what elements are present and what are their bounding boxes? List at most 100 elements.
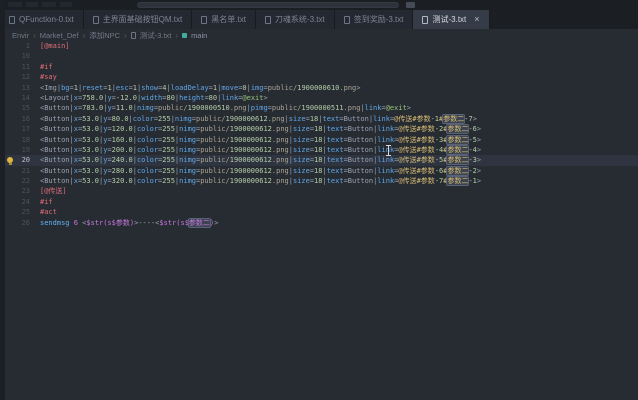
- token: loadDelay: [171, 84, 209, 92]
- breadcrumb-item-添加NPC[interactable]: 添加NPC: [89, 30, 120, 41]
- token: width: [141, 94, 162, 102]
- token: 255: [162, 167, 175, 175]
- token: public/: [200, 136, 230, 144]
- token: reset: [82, 84, 103, 92]
- file-icon: [344, 16, 350, 24]
- tab-黑名单.txt[interactable]: 黑名单.txt: [192, 10, 256, 29]
- token: <Button|: [40, 146, 74, 154]
- tab-刀魂系统-3.txt[interactable]: 刀魂系统-3.txt: [256, 10, 335, 29]
- code-line-22[interactable]: 22<Button|x=53.0|y=320.0|color=255|nimg=…: [0, 176, 638, 186]
- code-editor[interactable]: 1[@main]1011#if12#say13<Img|bg=1|reset=1…: [0, 41, 638, 400]
- token: link: [221, 94, 238, 102]
- token: 53.0: [82, 136, 99, 144]
- breadcrumb-separator: ›: [33, 31, 36, 40]
- token: public/: [158, 104, 188, 112]
- code-line-1[interactable]: 1[@main]: [0, 41, 638, 51]
- token: -6: [435, 167, 443, 175]
- mouse-cursor-ibeam: [388, 146, 389, 155]
- token: nimg: [179, 177, 196, 185]
- breadcrumb-item-main[interactable]: main: [191, 31, 207, 40]
- token: nimg: [137, 104, 154, 112]
- tab-QFunction-0.txt[interactable]: QFunction-0.txt: [0, 10, 84, 29]
- code-line-15[interactable]: 15<Button|x=783.0|y=11.0|nimg=public/190…: [0, 103, 638, 113]
- token: 255: [162, 146, 175, 154]
- code-text: <Button|x=53.0|y=120.0|color=255|nimg=pu…: [40, 124, 481, 134]
- code-line-24[interactable]: 24#if: [0, 197, 638, 207]
- code-line-23[interactable]: 23[@传送]: [0, 186, 638, 196]
- token: 53.0: [82, 146, 99, 154]
- token: >: [477, 146, 481, 154]
- token: .png: [344, 104, 361, 112]
- token: size: [289, 115, 306, 123]
- token: public/: [196, 115, 226, 123]
- tab-测试-3.txt[interactable]: 测试-3.txt×: [413, 10, 489, 29]
- token: .png: [339, 84, 356, 92]
- token: color: [137, 156, 158, 164]
- code-line-16[interactable]: 16<Button|x=53.0|y=80.0|color=255|nimg=p…: [0, 114, 638, 124]
- code-line-19[interactable]: 19<Button|x=53.0|y=200.0|color=255|nimg=…: [0, 145, 638, 155]
- tab-主界面基础按钮QM.txt[interactable]: 主界面基础按钮QM.txt: [84, 10, 193, 29]
- breadcrumb-item-Envir[interactable]: Envir: [12, 31, 29, 40]
- token: link: [377, 156, 394, 164]
- tab-label: 主界面基础按钮QM.txt: [103, 14, 183, 25]
- breadcrumb-item-Market_Def[interactable]: Market_Def: [40, 31, 79, 40]
- token: link: [365, 104, 382, 112]
- token: 1900000612: [230, 136, 272, 144]
- code-line-25[interactable]: 25#act: [0, 207, 638, 217]
- token: 200.0: [112, 146, 133, 154]
- token: 53.0: [82, 167, 99, 175]
- token: 80: [209, 94, 217, 102]
- token: .png: [272, 146, 289, 154]
- code-line-13[interactable]: 13<Img|bg=1|reset=1|esc=1|show=4|loadDel…: [0, 83, 638, 93]
- token: pimg: [251, 104, 268, 112]
- code-line-21[interactable]: 21<Button|x=53.0|y=280.0|color=255|nimg=…: [0, 166, 638, 176]
- code-line-26[interactable]: 26sendmsg 6 <$str(s$参数)>----<$str(s$参数二)…: [0, 218, 638, 228]
- breadcrumb-item-测试-3.txt[interactable]: 测试-3.txt: [140, 30, 172, 41]
- token: 11.0: [116, 104, 133, 112]
- code-line-11[interactable]: 11#if: [0, 62, 638, 72]
- token: text: [327, 177, 344, 185]
- token: -3: [468, 156, 476, 164]
- token: .png: [272, 125, 289, 133]
- token: link: [373, 115, 390, 123]
- token: 280.0: [112, 167, 133, 175]
- code-line-18[interactable]: 18<Button|x=53.0|y=160.0|color=255|nimg=…: [0, 135, 638, 145]
- token: color: [137, 125, 158, 133]
- token: >: [477, 125, 481, 133]
- token: >: [477, 156, 481, 164]
- menu-bar[interactable]: [8, 2, 128, 7]
- token: text: [327, 136, 344, 144]
- token: <Button|: [40, 104, 74, 112]
- code-line-17[interactable]: 17<Button|x=53.0|y=120.0|color=255|nimg=…: [0, 124, 638, 134]
- token: 1900000612: [230, 156, 272, 164]
- token: @exit: [242, 94, 263, 102]
- code-text: <Img|bg=1|reset=1|esc=1|show=4|loadDelay…: [40, 83, 360, 93]
- token: public/: [200, 156, 230, 164]
- token: link: [377, 167, 394, 175]
- code-line-12[interactable]: 12#say: [0, 72, 638, 82]
- token: 1900000612: [230, 125, 272, 133]
- token: #if: [40, 63, 53, 71]
- code-line-10[interactable]: 10: [0, 51, 638, 61]
- token: #act: [40, 208, 57, 216]
- token: show: [141, 84, 158, 92]
- token: #if: [40, 198, 53, 206]
- code-line-20[interactable]: 20<Button|x=53.0|y=240.0|color=255|nimg=…: [0, 155, 638, 165]
- token: esc: [116, 84, 129, 92]
- command-center-searchbox[interactable]: [137, 2, 399, 8]
- token: -4: [435, 146, 443, 154]
- tab-label: 签到奖励-3.txt: [354, 14, 404, 25]
- close-icon[interactable]: ×: [474, 15, 479, 24]
- file-icon: [131, 32, 136, 39]
- token: -5: [468, 136, 476, 144]
- token: color: [137, 177, 158, 185]
- token: -2: [468, 167, 476, 175]
- token: @传送#参数: [398, 156, 434, 164]
- token: 255: [162, 125, 175, 133]
- token: <Img|: [40, 84, 61, 92]
- tab-签到奖励-3.txt[interactable]: 签到奖励-3.txt: [335, 10, 414, 29]
- token: @传送#参数: [398, 177, 434, 185]
- layout-toggle-icon[interactable]: [406, 2, 415, 8]
- code-line-14[interactable]: 14<Layout|x=758.0|y=-12.0|width=80|heigh…: [0, 93, 638, 103]
- code-text: <Button|x=53.0|y=240.0|color=255|nimg=pu…: [40, 155, 481, 165]
